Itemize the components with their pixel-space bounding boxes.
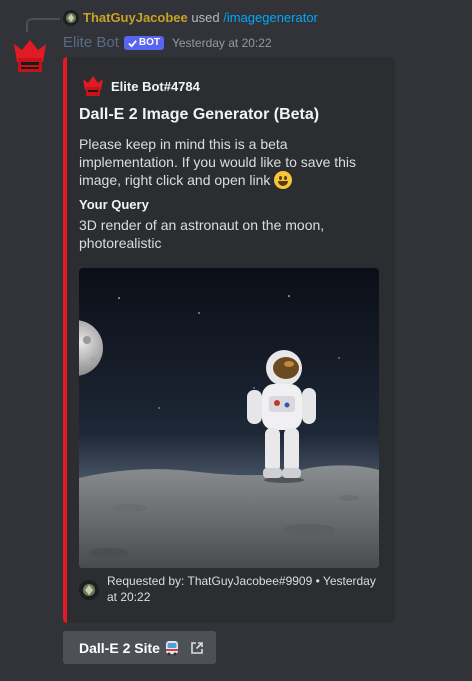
embed-field-name: Your Query xyxy=(79,197,149,212)
message-header: Elite Bot BOT Yesterday at 20:22 xyxy=(63,33,272,53)
embed-footer-text: Requested by: ThatGuyJacobee#9909 • Yest… xyxy=(107,574,376,604)
bot-tag-label: BOT xyxy=(138,37,160,48)
embed-footer: Requested by: ThatGuyJacobee#9909 • Yest… xyxy=(79,573,379,605)
external-link-icon xyxy=(191,641,203,654)
embed-description: Please keep in mind this is a beta imple… xyxy=(79,135,385,189)
reply-username[interactable]: ThatGuyJacobee xyxy=(83,10,188,25)
embed-author: Elite Bot#4784 xyxy=(81,74,200,98)
reply-avatar[interactable] xyxy=(63,10,79,26)
bot-username[interactable]: Elite Bot xyxy=(63,33,119,53)
reply-command[interactable]: /imagegenerator xyxy=(223,10,318,25)
bot-badge: BOT xyxy=(123,36,164,50)
discord-message: ThatGuyJacobee used /imagegenerator Elit… xyxy=(0,0,472,681)
verified-check-icon xyxy=(128,39,137,48)
bus-emoji xyxy=(165,640,178,655)
embed-accent-bar xyxy=(63,57,67,623)
dalle-site-link-button[interactable]: Dall-E 2 Site xyxy=(63,631,216,664)
embed-description-text: Please keep in mind this is a beta imple… xyxy=(79,136,357,188)
grinning-face-emoji xyxy=(274,171,293,189)
embed-field-value: 3D render of an astronaut on the moon, p… xyxy=(79,217,325,251)
reply-reference[interactable]: ThatGuyJacobee used /imagegenerator xyxy=(83,10,318,26)
message-timestamp: Yesterday at 20:22 xyxy=(171,36,272,50)
embed-author-icon xyxy=(83,76,103,96)
reply-action: used xyxy=(191,10,220,25)
embed-author-name: Elite Bot#4784 xyxy=(111,78,200,94)
footer-avatar xyxy=(79,580,99,600)
reply-connector xyxy=(26,18,60,32)
bot-avatar[interactable] xyxy=(10,36,50,76)
embed-title: Dall-E 2 Image Generator (Beta) xyxy=(79,106,320,123)
link-button-label: Dall-E 2 Site xyxy=(79,639,160,656)
embed-image[interactable] xyxy=(79,268,379,568)
embed-card: Elite Bot#4784 Dall-E 2 Image Generator … xyxy=(63,57,395,623)
